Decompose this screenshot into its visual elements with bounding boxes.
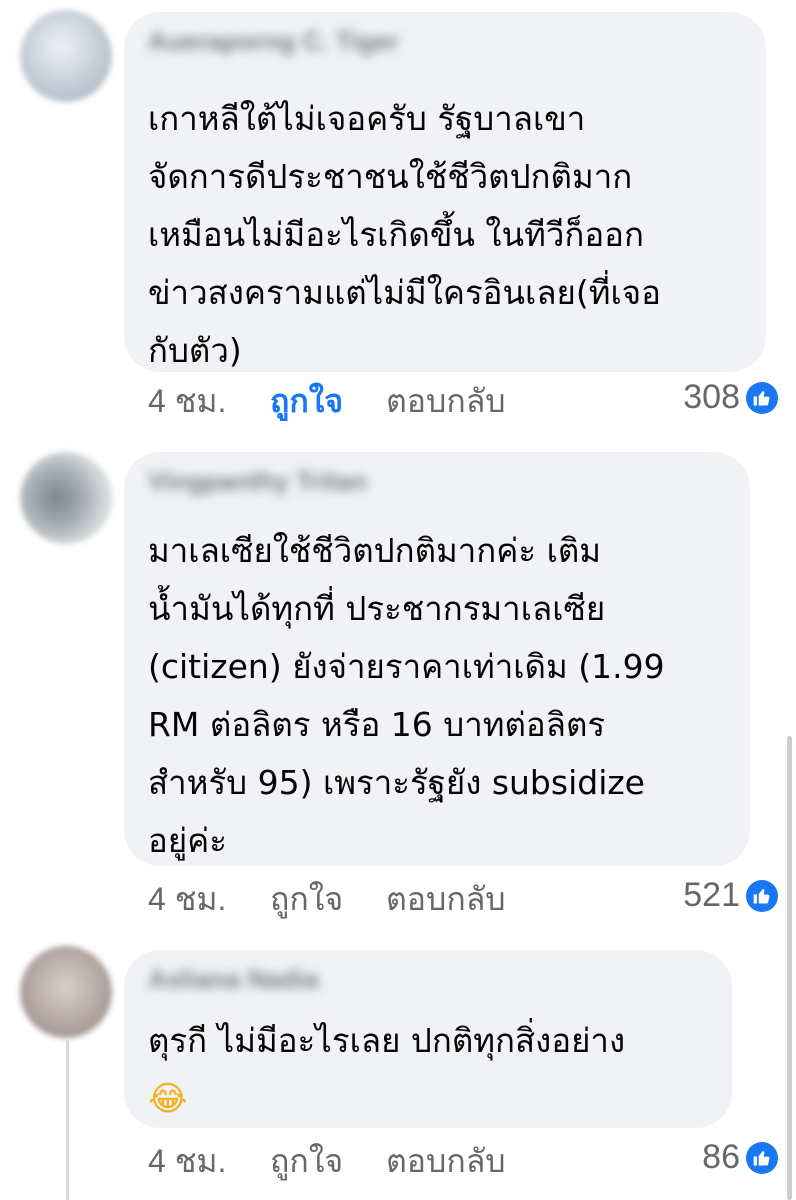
comment-text: เกาหลีใต้ไม่เจอครับ รัฐบาลเขา จัดการดีปร… — [148, 99, 661, 370]
comment-actions: 4 ชม. ถูกใจ ตอบกลับ — [148, 378, 506, 424]
comment-timestamp[interactable]: 4 ชม. — [148, 1136, 270, 1187]
commenter-name[interactable]: Asliana Nadia — [148, 964, 319, 995]
reaction-count: 308 — [683, 378, 740, 416]
reaction-summary[interactable]: 308 — [683, 378, 778, 417]
reply-link[interactable]: ตอบกลับ — [386, 1136, 506, 1187]
scrollbar[interactable] — [787, 736, 792, 1200]
reaction-count: 521 — [683, 876, 740, 914]
like-link[interactable]: ถูกใจ — [270, 874, 386, 925]
reply-link[interactable]: ตอบกลับ — [386, 874, 506, 925]
commenter-name[interactable]: Vingpanthy Tritan — [148, 466, 367, 497]
commenter-avatar[interactable] — [20, 452, 112, 544]
comment-bubble: Vingpanthy Tritan มาเลเซียใช้ชีวิตปกติมา… — [124, 452, 750, 866]
comment-timestamp[interactable]: 4 ชม. — [148, 874, 270, 925]
commenter-name[interactable]: Aueraporng C. Tiger — [148, 26, 399, 57]
comment-text: ตุรกี ไม่มีอะไรเลย ปกติทุกสิ่งอย่าง 😂 — [148, 1012, 625, 1128]
like-icon — [746, 1141, 778, 1174]
comment-text: มาเลเซียใช้ชีวิตปกติมากค่ะ เติม น้ำมันได… — [148, 531, 665, 860]
reply-thread-line — [66, 1040, 69, 1200]
comment-timestamp[interactable]: 4 ชม. — [148, 376, 270, 427]
comment-bubble: Asliana Nadia ตุรกี ไม่มีอะไรเลย ปกติทุก… — [124, 950, 732, 1128]
comment-actions: 4 ชม. ถูกใจ ตอบกลับ — [148, 1138, 506, 1184]
comment-text-line: ตุรกี ไม่มีอะไรเลย ปกติทุกสิ่งอย่าง — [148, 1021, 626, 1060]
comment-actions: 4 ชม. ถูกใจ ตอบกลับ — [148, 876, 506, 922]
commenter-avatar[interactable] — [20, 946, 112, 1038]
comment-bubble: Aueraporng C. Tiger เกาหลีใต้ไม่เจอครับ … — [124, 12, 766, 372]
reaction-count: 86 — [702, 1138, 740, 1176]
commenter-avatar[interactable] — [20, 10, 112, 102]
reaction-summary[interactable]: 86 — [702, 1138, 778, 1177]
like-link[interactable]: ถูกใจ — [270, 1136, 386, 1187]
like-icon — [746, 879, 778, 912]
reply-link[interactable]: ตอบกลับ — [386, 376, 506, 427]
laughing-emoji-icon: 😂 — [148, 1079, 188, 1119]
like-icon — [746, 381, 778, 414]
like-link[interactable]: ถูกใจ — [270, 376, 386, 427]
reaction-summary[interactable]: 521 — [683, 876, 778, 915]
